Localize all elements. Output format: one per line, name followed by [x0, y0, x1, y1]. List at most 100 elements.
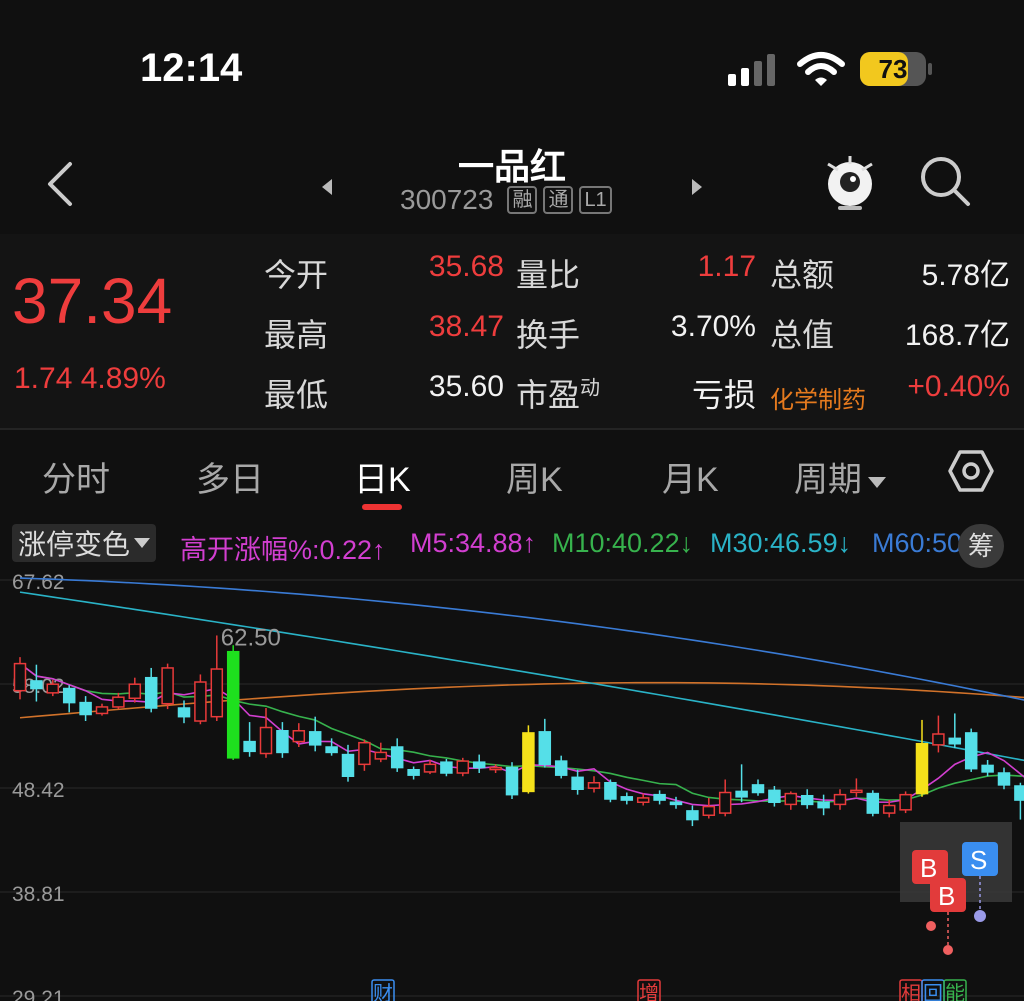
candle-body — [456, 760, 470, 774]
tab-daily-k[interactable]: 日K — [354, 452, 411, 501]
indicator-gap-open: 高开涨幅%:0.22↑ — [180, 535, 386, 565]
tab-intraday[interactable]: 分时 — [42, 452, 110, 501]
quote-label: 最低 — [264, 377, 329, 413]
chart-settings-icon[interactable] — [948, 448, 994, 494]
candle-body — [79, 701, 92, 716]
y-axis-label: 38.81 — [12, 883, 65, 906]
indicator-row: 涨停变色 高开涨幅%:0.22↑ M5:34.88↑ M10:40.22↓ M3… — [0, 522, 1024, 568]
indicator-ma5: M5:34.88↑ — [410, 528, 537, 558]
quote-value: 亏损 — [691, 377, 756, 413]
quote-row: 最低 35.60 市盈动 亏损 化学制药 +0.40% — [0, 370, 1024, 430]
candle-body — [144, 676, 158, 709]
candle-body — [915, 743, 929, 795]
candle-body — [505, 766, 519, 796]
battery-percent: 73 — [878, 54, 908, 84]
candle-body — [538, 731, 552, 766]
pe-label: 市盈 — [516, 377, 581, 413]
quote-label: 量比 — [516, 257, 581, 293]
y-axis-label: 29.21 — [12, 987, 65, 1001]
candle-body — [112, 696, 125, 708]
candle-body — [226, 650, 240, 759]
candle-body — [554, 760, 568, 776]
candle-body — [95, 706, 109, 715]
candle-body — [1014, 785, 1024, 801]
nav-bar: 一品红 300723 融 通 L1 — [0, 130, 1024, 234]
candle-body — [440, 761, 453, 774]
candle-body — [768, 789, 781, 803]
quote-value: 5.78亿 — [921, 259, 1010, 292]
candle-body — [604, 781, 617, 800]
buy-marker-label: B — [938, 881, 955, 911]
candle-body — [800, 794, 814, 806]
candle-body — [472, 761, 486, 769]
caret-down-icon — [134, 538, 151, 548]
candle-body — [194, 681, 207, 722]
candle-body — [948, 737, 962, 745]
candle-body — [243, 740, 256, 753]
candle-body — [177, 707, 191, 718]
chip-distribution-button[interactable]: 筹 — [958, 524, 1004, 568]
tab-multiday[interactable]: 多日 — [196, 452, 264, 501]
sector-link[interactable]: 化学制药 — [770, 380, 866, 415]
candle-body — [325, 746, 338, 754]
buy-dot — [926, 921, 936, 931]
candle-body — [899, 793, 912, 811]
candle-body — [702, 805, 716, 816]
coloring-dropdown[interactable]: 涨停变色 — [12, 524, 157, 562]
next-stock-icon[interactable] — [690, 178, 704, 196]
battery-indicator: 73 — [860, 52, 932, 86]
prev-stock-icon[interactable] — [320, 178, 334, 196]
candle-body — [964, 732, 978, 770]
event-tag-label: 增 — [639, 982, 659, 1001]
candle-body — [374, 751, 388, 760]
candle-body — [276, 730, 289, 754]
kline-chart[interactable]: 67.6258.0248.4238.8129.2162.5031.70BBS财增… — [0, 568, 1024, 1001]
quote-panel: 37.34 1.74 4.89% 今开 35.68 量比 1.17 总额 5.7… — [0, 234, 1024, 428]
quote-value: 35.60 — [428, 370, 504, 403]
quote-row: 最高 38.47 换手 3.70% 总值 168.7亿 — [0, 310, 1024, 370]
sell-marker-label: S — [970, 845, 987, 875]
candle-body — [587, 781, 601, 789]
candle-body — [817, 801, 830, 809]
candle-body — [128, 683, 142, 700]
candle-body — [981, 764, 994, 773]
active-tab-indicator — [362, 504, 402, 510]
quote-label: 市盈动 — [516, 370, 600, 416]
margin-tag: 融 — [507, 186, 538, 214]
quote-value: 3.70% — [670, 310, 756, 343]
wifi-icon — [797, 52, 845, 86]
high-price-annotation: 62.50 — [221, 624, 281, 651]
tab-weekly-k[interactable]: 周K — [506, 452, 563, 501]
indicator-ma10: M10:40.22↓ — [552, 528, 694, 558]
pe-dynamic-sup: 动 — [580, 377, 601, 400]
event-tag-label: 能 — [945, 982, 965, 1001]
indicator-ma60: M60:50 — [872, 528, 963, 558]
cellular-signal-icon — [728, 54, 775, 86]
assistant-mascot-icon[interactable] — [820, 152, 880, 214]
candle-body — [751, 784, 765, 794]
candle-body — [46, 683, 60, 694]
tab-period[interactable]: 周期 — [794, 452, 886, 501]
connect-tag: 通 — [543, 186, 574, 214]
search-icon[interactable] — [918, 154, 972, 208]
tab-monthly-k[interactable]: 月K — [662, 452, 719, 501]
quote-value: 1.17 — [697, 250, 756, 283]
level-tag: L1 — [579, 186, 612, 214]
candle-body — [653, 793, 666, 801]
candle-body — [62, 687, 76, 704]
sector-change: +0.40% — [907, 370, 1010, 403]
battery-cap — [928, 63, 932, 75]
stock-subline: 300723 融 通 L1 — [400, 182, 612, 218]
divider — [0, 428, 1024, 430]
candle-body — [308, 731, 322, 746]
candle-body — [620, 796, 634, 801]
candle-body — [669, 801, 683, 806]
candle-body — [210, 668, 224, 718]
candle-body — [784, 792, 798, 806]
period-tabs: 分时 多日 日K 周K 月K 周期 — [0, 432, 1024, 516]
event-tag-label: 财 — [373, 982, 393, 1001]
candle-body — [423, 763, 437, 773]
y-axis-label: 67.62 — [12, 571, 65, 594]
candle-body — [522, 732, 535, 793]
candle-body — [718, 791, 732, 814]
